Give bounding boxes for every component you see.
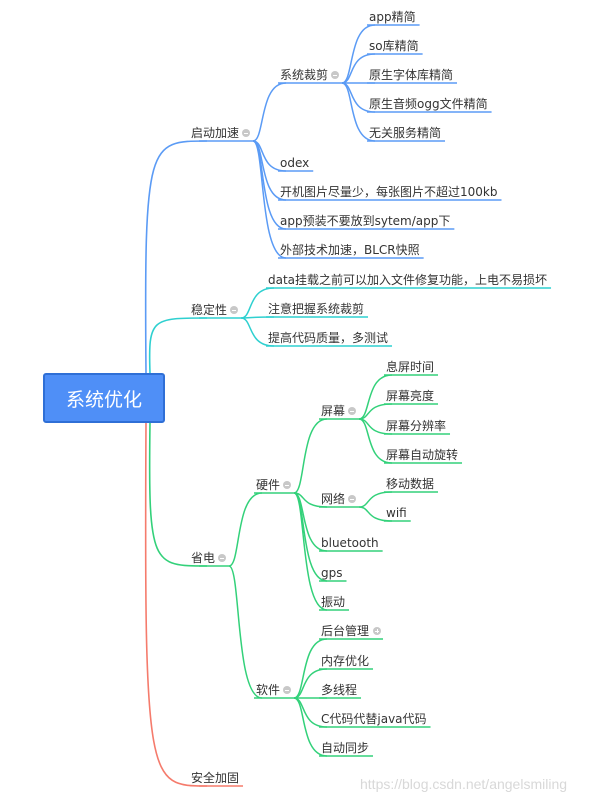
collapse-icon[interactable] (230, 306, 238, 314)
node-power[interactable]: 省电 (191, 551, 215, 565)
leaf-node[interactable]: 提高代码质量，多测试 (268, 331, 388, 345)
node-security[interactable]: 安全加固 (191, 771, 239, 785)
node-hardware[interactable]: 硬件 (256, 478, 280, 492)
node-system-tailor[interactable]: 系统裁剪 (280, 68, 328, 82)
connector-line (148, 317, 208, 374)
collapse-icon[interactable] (348, 495, 356, 503)
collapse-icon[interactable] (331, 71, 339, 79)
leaf-node[interactable]: wifi (386, 506, 407, 520)
root-node[interactable]: 系统优化 (43, 373, 165, 423)
leaf-node[interactable]: 无关服务精简 (369, 126, 441, 140)
connector-line (252, 82, 287, 142)
collapse-icon[interactable] (218, 554, 226, 562)
connector-line (148, 422, 208, 567)
expand-icon[interactable] (373, 627, 381, 635)
node-screen[interactable]: 屏幕 (321, 404, 345, 418)
leaf-node[interactable]: 多线程 (321, 683, 357, 697)
leaf-node[interactable]: 屏幕自动旋转 (386, 448, 458, 462)
connector-line (293, 418, 328, 494)
leaf-node[interactable]: 后台管理 (321, 624, 369, 638)
leaf-node[interactable]: 息屏时间 (386, 360, 434, 374)
leaf-node[interactable]: C代码代替java代码 (321, 712, 427, 726)
leaf-node[interactable]: 移动数据 (386, 477, 434, 491)
leaf-node[interactable]: so库精简 (369, 39, 419, 53)
leaf-node[interactable]: 外部技术加速，BLCR快照 (280, 243, 420, 257)
leaf-node[interactable]: 振动 (321, 595, 345, 609)
leaf-node[interactable]: 注意把握系统裁剪 (268, 302, 364, 316)
node-stability[interactable]: 稳定性 (191, 303, 227, 317)
connector-line (358, 491, 393, 508)
leaf-node[interactable]: 内存优化 (321, 654, 369, 668)
leaf-node[interactable]: gps (321, 566, 343, 580)
collapse-icon[interactable] (242, 129, 250, 137)
connector-line (241, 316, 275, 319)
leaf-node[interactable]: 原生字体库精简 (369, 68, 453, 82)
watermark: https://blog.csdn.net/angelsmiling (360, 776, 568, 792)
node-network[interactable]: 网络 (321, 492, 345, 506)
connector-line (144, 422, 208, 787)
node-startup[interactable]: 启动加速 (191, 126, 239, 140)
node-software[interactable]: 软件 (256, 683, 280, 697)
collapse-icon[interactable] (348, 407, 356, 415)
leaf-node[interactable]: 原生音频ogg文件精简 (369, 97, 488, 111)
leaf-node[interactable]: 屏幕亮度 (386, 389, 434, 403)
collapse-icon[interactable] (283, 481, 291, 489)
connector-line (144, 140, 208, 374)
leaf-node[interactable]: app预装不要放到sytem/app下 (280, 214, 450, 228)
collapse-icon[interactable] (283, 686, 291, 694)
leaf-node[interactable]: 屏幕分辨率 (386, 419, 446, 433)
connector-line (228, 492, 263, 567)
connector-line (228, 565, 263, 699)
root-label: 系统优化 (65, 388, 142, 411)
leaf-node[interactable]: 自动同步 (321, 741, 369, 755)
leaf-node[interactable]: app精简 (369, 10, 416, 24)
leaf-node[interactable]: 开机图片尽量少，每张图片不超过100kb (280, 185, 497, 199)
leaf-node[interactable]: bluetooth (321, 536, 379, 550)
leaf-node[interactable]: odex (280, 156, 309, 170)
leaf-node[interactable]: data挂载之前可以加入文件修复功能，上电不易损坏 (268, 273, 547, 287)
